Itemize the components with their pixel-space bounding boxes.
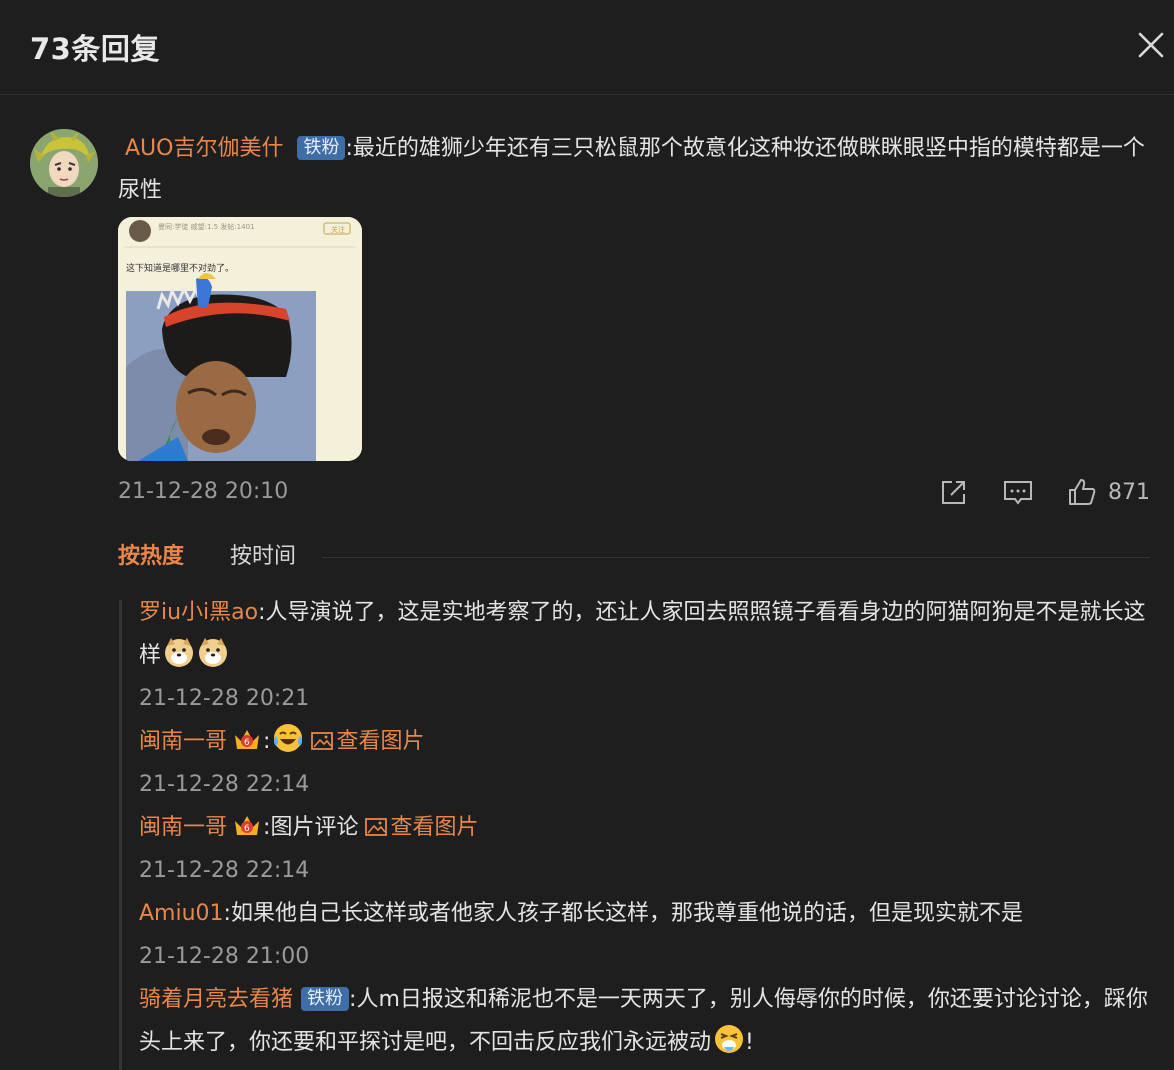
comment-meta: 21-12-28 20:10 871: [118, 476, 1150, 508]
reply-item: 闽南一哥 6:图片评论 查看图片 21-12-28 22:14: [139, 806, 1149, 892]
reply-item: 罗iu小i黑ao:人导演说了，这是实地考察了的，还让人家回去照照镜子看看身边的阿…: [139, 591, 1149, 720]
like-count: 871: [1108, 479, 1150, 505]
comment-icon: [1004, 481, 1032, 505]
fan-badge: 铁粉: [297, 136, 346, 160]
doge-emoji-icon: [197, 636, 229, 668]
reply-button[interactable]: [1002, 476, 1034, 508]
image-icon: [311, 732, 334, 750]
image-caption: 这下知道是哪里不对劲了。: [126, 262, 234, 274]
view-image-label: 查看图片: [390, 815, 479, 840]
reply-count-title: 73条回复: [30, 32, 160, 66]
reply-list: 罗iu小i黑ao:人导演说了，这是实地考察了的，还让人家回去照照镜子看看身边的阿…: [139, 591, 1149, 1064]
reply-text: 人导演说了，这是实地考察了的，还让人家回去照照镜子看看身边的阿猫阿狗是不是就长这…: [139, 600, 1146, 668]
reply-username[interactable]: 骑着月亮去看猪: [139, 987, 293, 1012]
tab-sort-time[interactable]: 按时间: [230, 540, 296, 574]
divider: [322, 557, 1150, 558]
reply-item: Amiu01:如果他自己长这样或者他家人孩子都长这样，那我尊重他说的话，但是现实…: [139, 892, 1149, 978]
image-icon: [365, 818, 388, 836]
reply-timestamp: 21-12-28 22:14: [139, 858, 310, 883]
close-button[interactable]: [1134, 28, 1170, 64]
main-comment: AUO吉尔伽美什 铁粉:最近的雄狮少年还有三只松鼠那个故意化这种妆还做眯眯眼竖中指…: [118, 136, 1145, 203]
reply-username[interactable]: Amiu01: [139, 901, 224, 926]
vomit-emoji-icon: [713, 1023, 745, 1055]
reply-timestamp: 21-12-28 20:21: [139, 686, 310, 711]
reply-item: 骑着月亮去看猪 铁粉:人m日报这和稀泥也不是一天两天了，别人侮辱你的时候，你还要讨…: [139, 987, 1148, 1055]
close-icon: [1138, 32, 1164, 58]
reply-text: 图片评论: [270, 815, 359, 840]
doge-emoji-icon: [163, 636, 195, 668]
reply-thread-line: [119, 600, 122, 1070]
reply-timestamp: 21-12-28 21:00: [139, 944, 310, 969]
view-image-link[interactable]: 查看图片: [311, 729, 424, 754]
fan-badge: 铁粉: [301, 987, 350, 1011]
laugh-cry-emoji-icon: [272, 722, 304, 754]
comment-image[interactable]: 关注 曼同:学徒 威望:1.5 发帖:1401 这下知道是哪里不对劲了。: [118, 217, 362, 461]
sort-tabs: 按热度 按时间: [118, 540, 1150, 574]
svg-text:6: 6: [244, 824, 250, 834]
image-header-text: 曼同:学徒 威望:1.5 发帖:1401: [158, 222, 254, 231]
like-button[interactable]: 871: [1066, 476, 1150, 508]
reply-username[interactable]: 罗iu小i黑ao: [139, 600, 258, 625]
comment-timestamp: 21-12-28 20:10: [118, 479, 289, 504]
dialog-header: 73条回复: [0, 0, 1174, 95]
avatar[interactable]: [30, 129, 98, 197]
image-follow-tag: 关注: [331, 225, 345, 234]
reply-item: 闽南一哥 6: 查看图片 21-12-28 22:14: [139, 720, 1149, 806]
tab-sort-hot[interactable]: 按热度: [118, 540, 184, 574]
svg-text:6: 6: [244, 738, 250, 748]
comment-username[interactable]: AUO吉尔伽美什: [125, 136, 283, 161]
reply-text-suffix: !: [745, 1030, 754, 1055]
thumbs-up-icon: [1069, 479, 1096, 505]
view-image-link[interactable]: 查看图片: [365, 815, 478, 840]
reply-timestamp: 21-12-28 22:14: [139, 772, 310, 797]
reply-username[interactable]: 闽南一哥: [139, 815, 227, 840]
share-icon: [942, 481, 965, 504]
crown-icon: 6: [233, 725, 261, 751]
crown-icon: 6: [233, 811, 261, 837]
share-button[interactable]: [938, 476, 970, 508]
view-image-label: 查看图片: [336, 729, 425, 754]
reply-username[interactable]: 闽南一哥: [139, 729, 227, 754]
reply-text: 如果他自己长这样或者他家人孩子都长这样，那我尊重他说的话，但是现实就不是: [230, 901, 1023, 926]
